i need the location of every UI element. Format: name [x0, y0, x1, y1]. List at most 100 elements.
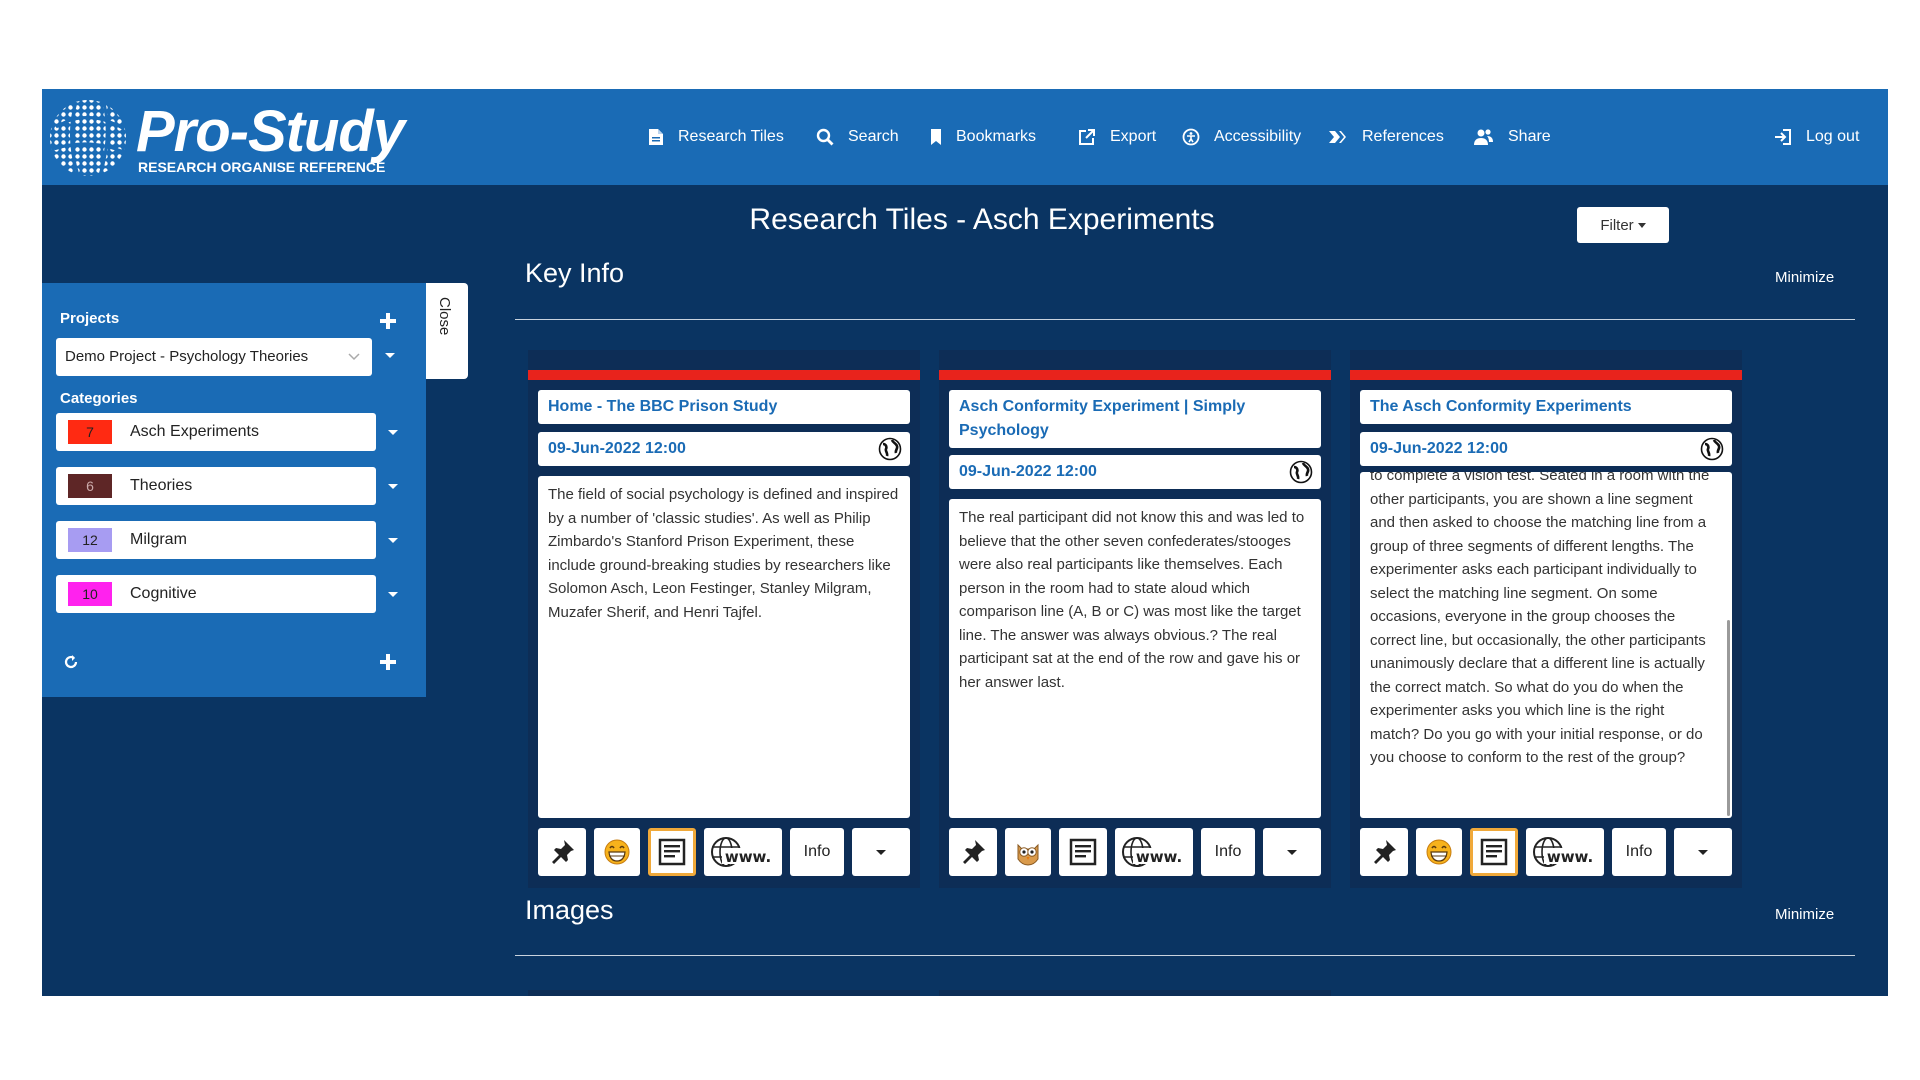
nav-share[interactable]: Share	[1474, 124, 1551, 150]
section-title-key-info: Key Info	[525, 258, 625, 288]
logout-icon	[1775, 129, 1791, 145]
chevron-down-icon	[348, 353, 360, 361]
page-title: Research Tiles - Asch Experiments	[749, 203, 1215, 236]
www-globe-icon: www.	[711, 837, 774, 867]
category-item-asch-experiments[interactable]: 7 Asch Experiments	[56, 413, 376, 451]
www-globe-icon: www.	[1533, 837, 1596, 867]
divider	[515, 319, 1855, 320]
nav-export[interactable]: Export	[1078, 124, 1156, 150]
filter-button[interactable]: Filter	[1577, 207, 1669, 243]
owl-face-icon	[1017, 843, 1039, 866]
projects-label: Projects	[60, 310, 120, 327]
info-button[interactable]: Info	[1612, 828, 1666, 876]
info-button[interactable]: Info	[1201, 828, 1255, 876]
document-icon	[649, 129, 663, 145]
add-project-icon[interactable]	[378, 311, 398, 331]
tile-body-text: to complete a vision test. Seated in a r…	[1370, 472, 1710, 766]
tile-menu-button[interactable]	[1263, 828, 1321, 876]
info-button[interactable]: Info	[790, 828, 844, 876]
tile-menu-button[interactable]	[852, 828, 910, 876]
tile-title-link[interactable]: Asch Conformity Experiment | Simply Psyc…	[949, 390, 1321, 448]
website-button[interactable]: www.	[1526, 828, 1604, 876]
nav-label: Export	[1110, 128, 1157, 145]
info-label: Info	[803, 843, 831, 860]
category-item-theories[interactable]: 6 Theories	[56, 467, 376, 505]
category-color-bar	[939, 370, 1331, 380]
category-count-badge: 7	[68, 420, 112, 444]
globe-icon[interactable]	[1700, 437, 1724, 461]
minimize-key-info-link[interactable]: Minimize	[1775, 269, 1834, 286]
nav-bookmarks[interactable]: Bookmarks	[930, 124, 1036, 150]
pin-button[interactable]	[538, 828, 586, 876]
tile-title-link[interactable]: The Asch Conformity Experiments	[1360, 390, 1732, 424]
notes-button[interactable]	[1470, 828, 1518, 876]
nav-label: Accessibility	[1214, 128, 1302, 145]
project-select[interactable]: Demo Project - Psychology Theories	[56, 338, 372, 376]
notes-button[interactable]	[648, 828, 696, 876]
notes-icon	[1480, 838, 1508, 866]
logout-link[interactable]: Log out	[1774, 124, 1859, 150]
reaction-button[interactable]	[594, 828, 640, 876]
info-label: Info	[1214, 843, 1242, 860]
logout-label: Log out	[1806, 128, 1860, 145]
category-item-milgram[interactable]: 12 Milgram	[56, 521, 376, 559]
tile-body-scroll-area[interactable]: to complete a vision test. Seated in a r…	[1360, 472, 1732, 818]
svg-text:www.: www.	[725, 848, 771, 866]
category-color-bar	[528, 370, 920, 380]
grinning-face-icon	[604, 839, 630, 865]
logo[interactable]: Pro-Study RESEARCH ORGANISE REFERENCE	[46, 97, 446, 179]
tile-body-text: The real participant did not know this a…	[949, 499, 1321, 818]
nav-accessibility[interactable]: Accessibility	[1182, 124, 1301, 150]
reaction-button[interactable]	[1416, 828, 1462, 876]
tile-menu-button[interactable]	[1674, 828, 1732, 876]
minimize-images-link[interactable]: Minimize	[1775, 906, 1834, 923]
category-color-bar	[1350, 370, 1742, 380]
globe-logo-icon	[50, 100, 127, 176]
nav-research-tiles[interactable]: Research Tiles	[648, 124, 784, 150]
logo-tagline: RESEARCH ORGANISE REFERENCE	[138, 159, 386, 175]
scrollbar-thumb[interactable]	[1727, 620, 1730, 816]
tile-title-link[interactable]: Home - The BBC Prison Study	[538, 390, 910, 424]
svg-text:www.: www.	[1136, 848, 1182, 866]
nav-references[interactable]: References	[1328, 124, 1444, 150]
share-users-icon	[1474, 129, 1493, 145]
category-menu-caret[interactable]	[388, 484, 398, 489]
globe-icon[interactable]	[1289, 460, 1313, 484]
nav-label: Bookmarks	[956, 128, 1037, 145]
reaction-button[interactable]	[1005, 828, 1051, 876]
category-item-cognitive[interactable]: 10 Cognitive	[56, 575, 376, 613]
app-window: Pro-Study RESEARCH ORGANISE REFERENCE Re…	[42, 89, 1888, 996]
references-icon	[1329, 131, 1346, 143]
categories-label: Categories	[60, 390, 138, 407]
accessibility-icon	[1182, 128, 1200, 146]
nav-label: Share	[1508, 128, 1551, 145]
chevron-down-icon	[1637, 222, 1646, 228]
search-icon	[816, 128, 834, 146]
category-menu-caret[interactable]	[388, 592, 398, 597]
globe-icon[interactable]	[878, 437, 902, 461]
category-name: Milgram	[130, 531, 187, 548]
website-button[interactable]: www.	[1115, 828, 1193, 876]
top-navbar: Pro-Study RESEARCH ORGANISE REFERENCE Re…	[42, 89, 1888, 185]
tile-date: 09-Jun-2022 12:00	[1360, 432, 1732, 466]
pin-button[interactable]	[949, 828, 997, 876]
pin-button[interactable]	[1360, 828, 1408, 876]
category-name: Asch Experiments	[130, 423, 259, 440]
website-button[interactable]: www.	[704, 828, 782, 876]
project-menu-caret[interactable]	[385, 353, 395, 358]
notes-button[interactable]	[1059, 828, 1107, 876]
close-sidebar-tab[interactable]: Close	[426, 283, 468, 379]
notes-icon	[658, 838, 686, 866]
nav-search[interactable]: Search	[816, 124, 899, 150]
research-tile: Asch Conformity Experiment | Simply Psyc…	[939, 350, 1331, 888]
research-tile: Home - The BBC Prison Study 09-Jun-2022 …	[528, 350, 920, 888]
section-title-images: Images	[525, 895, 614, 925]
nav-label: References	[1362, 128, 1444, 145]
export-icon	[1079, 129, 1095, 145]
refresh-icon[interactable]	[62, 653, 80, 671]
add-category-icon[interactable]	[378, 652, 398, 672]
category-menu-caret[interactable]	[388, 538, 398, 543]
category-menu-caret[interactable]	[388, 430, 398, 435]
category-count-badge: 10	[68, 582, 112, 606]
nav-label: Research Tiles	[678, 128, 784, 145]
